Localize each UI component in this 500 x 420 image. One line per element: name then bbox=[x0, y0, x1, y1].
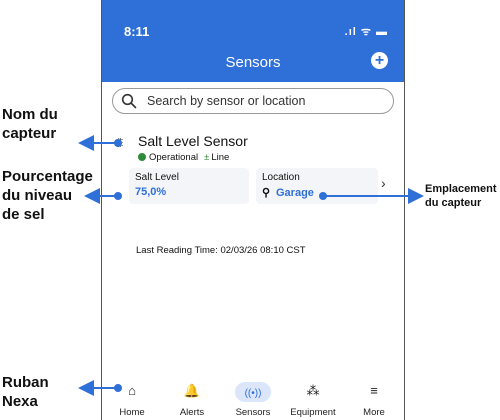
search-bar[interactable] bbox=[112, 88, 394, 114]
search-input[interactable] bbox=[147, 93, 377, 109]
callout-nexa-ribbon: Ruban Nexa bbox=[2, 374, 49, 410]
tab-label: Alerts bbox=[179, 407, 205, 418]
menu-icon: ≡ bbox=[370, 383, 378, 398]
status-icons: .ıl ᯤ ▬ bbox=[344, 26, 388, 38]
tab-label: Equipment bbox=[290, 407, 336, 418]
chevron-right-icon[interactable]: › bbox=[381, 175, 386, 191]
add-sensor-button[interactable]: + bbox=[371, 52, 388, 69]
home-icon: ⌂ bbox=[128, 383, 136, 398]
location-label: Location bbox=[262, 172, 300, 183]
tab-home[interactable]: ⌂ Home bbox=[102, 378, 162, 420]
line-power-icon: ± bbox=[204, 152, 210, 163]
callout-salt-percentage: Pourcentage du niveau de sel bbox=[2, 168, 93, 223]
sensor-signal-icon: ((•)) bbox=[244, 388, 262, 399]
status-time: 8:11 bbox=[124, 24, 150, 39]
status-dot-icon bbox=[138, 153, 146, 161]
tab-equipment[interactable]: ⁂ Equipment bbox=[283, 378, 343, 420]
tab-more[interactable]: ≡ More bbox=[344, 378, 404, 420]
search-icon bbox=[121, 93, 137, 109]
location-box: Location ⚲ Garage bbox=[256, 168, 378, 204]
salt-level-value: 75,0% bbox=[135, 186, 167, 198]
sensor-card[interactable]: ⩨ Salt Level Sensor Operational ± Line Sal… bbox=[108, 124, 398, 228]
last-reading-time: Last Reading Time: 02/03/26 08:10 CST bbox=[136, 245, 306, 256]
tab-label: Sensors bbox=[235, 407, 271, 418]
sensor-name: Salt Level Sensor bbox=[138, 133, 248, 149]
phone-screen: 8:11 .ıl ᯤ ▬ Sensors + ⩨ Salt Level Sens… bbox=[101, 0, 405, 420]
bell-icon: 🔔 bbox=[183, 383, 201, 398]
tab-alerts[interactable]: 🔔 Alerts bbox=[162, 378, 222, 420]
power-text: Line bbox=[211, 152, 230, 163]
location-value: Garage bbox=[276, 187, 314, 199]
map-pin-icon: ⚲ bbox=[262, 187, 271, 199]
callout-sensor-name: Nom du capteur bbox=[2, 106, 58, 142]
tab-sensors[interactable]: ((•)) Sensors bbox=[223, 378, 283, 420]
tab-label: More bbox=[363, 407, 385, 418]
salt-level-label: Salt Level bbox=[135, 172, 179, 183]
plus-icon: + bbox=[374, 52, 385, 69]
nexa-ribbon-tabbar: ⌂ Home 🔔 Alerts ((•)) Sensors ⁂ Equipmen… bbox=[102, 378, 404, 420]
tab-label: Home bbox=[119, 407, 145, 418]
location-value-row: ⚲ Garage bbox=[262, 186, 314, 199]
sensor-status-row: Operational ± Line bbox=[138, 152, 229, 163]
salt-sensor-icon: ⩨ bbox=[116, 135, 124, 150]
equipment-icon: ⁂ bbox=[306, 383, 320, 398]
salt-level-box: Salt Level 75,0% bbox=[129, 168, 249, 204]
status-text: Operational bbox=[149, 152, 199, 163]
callout-sensor-location: Emplacement du capteur bbox=[425, 183, 497, 209]
page-title: Sensors bbox=[225, 54, 281, 71]
app-header: 8:11 .ıl ᯤ ▬ Sensors + bbox=[102, 0, 404, 82]
